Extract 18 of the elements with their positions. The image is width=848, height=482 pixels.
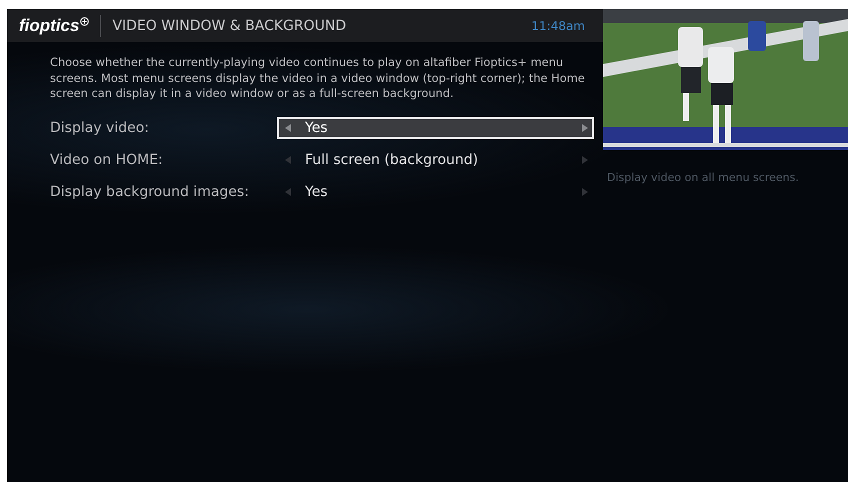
- plus-icon: [80, 16, 90, 26]
- option-selector[interactable]: Yes: [277, 117, 594, 140]
- page-title: VIDEO WINDOW & BACKGROUND: [112, 18, 348, 34]
- left-arrow-icon[interactable]: [285, 124, 291, 132]
- option-selector[interactable]: Full screen (background): [277, 149, 594, 172]
- right-arrow-icon[interactable]: [582, 156, 588, 164]
- right-arrow-icon[interactable]: [582, 188, 588, 196]
- setting-label: Display video:: [50, 120, 150, 136]
- description-text: Choose whether the currently-playing video continues to play on altafiber Fioptics+ menu screens. Most menu screens display the video in a video window (top-right corner); the Home screen can display it in a video window or as a full-screen background.: [50, 55, 586, 102]
- setting-label: Video on HOME:: [50, 152, 164, 168]
- left-arrow-icon[interactable]: [285, 188, 291, 196]
- logo: fioptics: [19, 16, 90, 36]
- clock-time: 11:48am: [531, 18, 585, 32]
- hint-text: Display video on all menu screens.: [607, 171, 800, 184]
- setting-label: Display background images:: [50, 184, 250, 200]
- option-selector[interactable]: Yes: [277, 181, 594, 204]
- left-arrow-icon[interactable]: [285, 156, 291, 164]
- right-arrow-icon[interactable]: [582, 124, 588, 132]
